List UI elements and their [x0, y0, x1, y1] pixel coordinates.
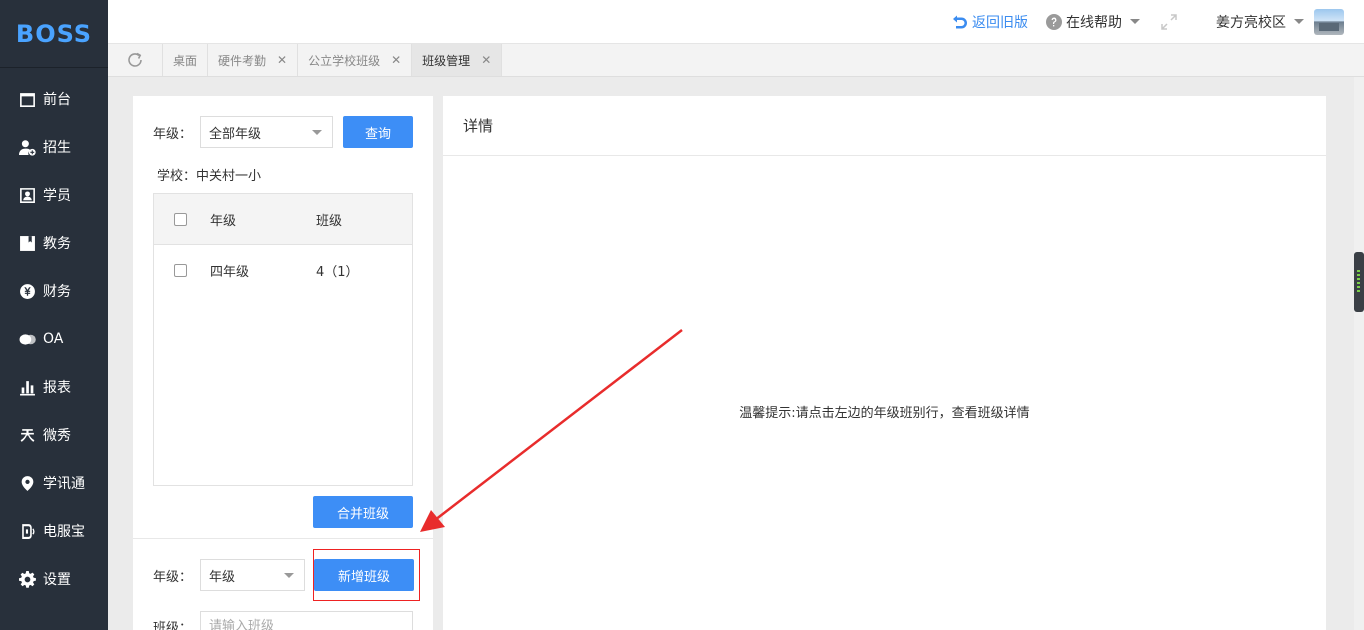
tab-label: 公立学校班级	[308, 53, 381, 68]
online-help-menu[interactable]: 在线帮助	[1046, 12, 1140, 32]
user-add-icon	[18, 138, 36, 156]
close-icon[interactable]: ✕	[277, 53, 287, 67]
merge-classes-button[interactable]: 合并班级	[313, 496, 413, 528]
table-row[interactable]: 四年级 4（1）	[154, 245, 412, 296]
logo-text: BOSS	[15, 19, 93, 48]
chat-icon	[18, 330, 36, 348]
tab-label: 硬件考勤	[218, 53, 267, 68]
calendar-icon	[18, 90, 36, 108]
chevron-down-icon	[1294, 19, 1304, 24]
tab-hardware-attendance[interactable]: 硬件考勤 ✕	[208, 44, 299, 76]
sidebar-item-label: 报表	[43, 380, 71, 396]
detail-tip: 温馨提示:请点击左边的年级班别行，查看班级详情	[739, 406, 1030, 421]
id-card-icon	[18, 186, 36, 204]
online-help-label: 在线帮助	[1066, 14, 1122, 31]
school-name: 学校：中关村一小	[157, 169, 262, 184]
grade-filter-select[interactable]: 全部年级	[200, 116, 334, 148]
close-icon[interactable]: ✕	[391, 53, 401, 67]
sidebar-item-jiaowu[interactable]: 教务	[0, 219, 108, 267]
cell-grade: 四年级	[210, 265, 250, 280]
row-checkbox[interactable]	[174, 264, 187, 277]
highlight-box	[313, 549, 420, 601]
tab-bar: 桌面 硬件考勤 ✕ 公立学校班级 ✕ 班级管理 ✕	[108, 44, 1364, 77]
avatar[interactable]	[1314, 8, 1344, 35]
help-icon	[1046, 13, 1062, 30]
sidebar-item-dianfubao[interactable]: 电服宝	[0, 507, 108, 555]
tab-label: 桌面	[173, 53, 198, 68]
logo[interactable]: BOSS	[0, 0, 108, 68]
sidebar-item-label: 财务	[43, 284, 71, 300]
gear-icon	[18, 570, 36, 588]
add-grade-value: 年级	[209, 569, 236, 585]
sidebar-item-label: 教务	[43, 236, 71, 252]
refresh-icon	[128, 52, 142, 67]
sidebar-nav: 前台 招生 学员 教务 财务 OA 报表 微秀 学讯通 电服宝 设置	[0, 75, 108, 603]
undo-icon	[953, 15, 967, 28]
scrollbar-thumb[interactable]	[1354, 252, 1364, 312]
page-scrollbar[interactable]	[1354, 77, 1364, 630]
add-grade-label: 年级：	[153, 569, 193, 585]
class-table: 年级 班级 四年级 4（1）	[153, 193, 413, 486]
sidebar-item-label: 学员	[43, 188, 71, 204]
class-input-row: 班级：	[153, 611, 414, 630]
top-bar: 返回旧版 在线帮助 姜方亮校区	[108, 0, 1364, 44]
sidebar-item-oa[interactable]: OA	[0, 315, 108, 363]
tab-public-school-classes[interactable]: 公立学校班级 ✕	[298, 44, 413, 76]
sidebar-item-baobiao[interactable]: 报表	[0, 363, 108, 411]
sidebar: BOSS 前台 招生 学员 教务 财务 OA 报表 微秀 学讯通 电服宝 设置	[0, 0, 108, 630]
select-all-checkbox[interactable]	[174, 212, 187, 226]
back-to-old-version-link[interactable]: 返回旧版	[952, 12, 1028, 32]
grade-filter-label: 年级：	[153, 126, 193, 142]
sidebar-item-label: 微秀	[43, 428, 71, 444]
sidebar-item-caiwu[interactable]: 财务	[0, 267, 108, 315]
column-header-class: 班级	[316, 213, 343, 229]
tab-desktop[interactable]: 桌面	[163, 44, 209, 76]
sidebar-item-label: 设置	[43, 572, 71, 588]
class-input[interactable]	[200, 611, 414, 630]
sidebar-item-label: 招生	[43, 140, 71, 156]
sidebar-item-label: 电服宝	[43, 524, 85, 540]
location-icon	[18, 474, 36, 492]
sidebar-item-weixiu[interactable]: 微秀	[0, 411, 108, 459]
detail-title: 详情	[443, 96, 1326, 156]
refresh-button[interactable]	[108, 44, 163, 76]
campus-menu[interactable]: 姜方亮校区	[1216, 12, 1304, 32]
grade-filter-value: 全部年级	[209, 126, 262, 142]
chevron-down-icon	[284, 572, 295, 578]
fullscreen-icon[interactable]	[1160, 13, 1178, 31]
cell-class: 4（1）	[316, 265, 359, 280]
tab-class-management[interactable]: 班级管理 ✕	[412, 44, 503, 76]
detail-panel: 详情 温馨提示:请点击左边的年级班别行，查看班级详情	[443, 96, 1326, 630]
table-header: 年级 班级	[154, 194, 412, 245]
sidebar-item-qiantai[interactable]: 前台	[0, 75, 108, 123]
campus-label: 姜方亮校区	[1216, 14, 1286, 31]
divider	[133, 538, 433, 539]
grade-filter-row: 年级： 全部年级 查询	[153, 116, 414, 148]
tab-label: 班级管理	[422, 53, 471, 68]
weixiu-icon	[18, 426, 36, 444]
sidebar-item-xuexuntong[interactable]: 学讯通	[0, 459, 108, 507]
sidebar-item-xueyuan[interactable]: 学员	[0, 171, 108, 219]
sidebar-item-shezhi[interactable]: 设置	[0, 555, 108, 603]
back-to-old-version-label: 返回旧版	[972, 14, 1028, 31]
class-input-label: 班级：	[153, 620, 193, 630]
chevron-down-icon	[1130, 19, 1140, 24]
yen-icon	[18, 282, 36, 300]
chevron-down-icon	[312, 129, 323, 135]
query-button[interactable]: 查询	[343, 116, 414, 148]
bar-chart-icon	[18, 378, 36, 396]
column-header-grade: 年级	[210, 213, 237, 229]
sidebar-item-label: 前台	[43, 92, 71, 108]
close-icon[interactable]: ✕	[481, 53, 491, 67]
book-icon	[18, 234, 36, 252]
add-grade-select[interactable]: 年级	[200, 559, 306, 591]
headset-icon	[18, 522, 36, 540]
sidebar-item-label: 学讯通	[43, 476, 85, 492]
sidebar-item-zhaosheng[interactable]: 招生	[0, 123, 108, 171]
sidebar-item-label: OA	[43, 331, 64, 347]
